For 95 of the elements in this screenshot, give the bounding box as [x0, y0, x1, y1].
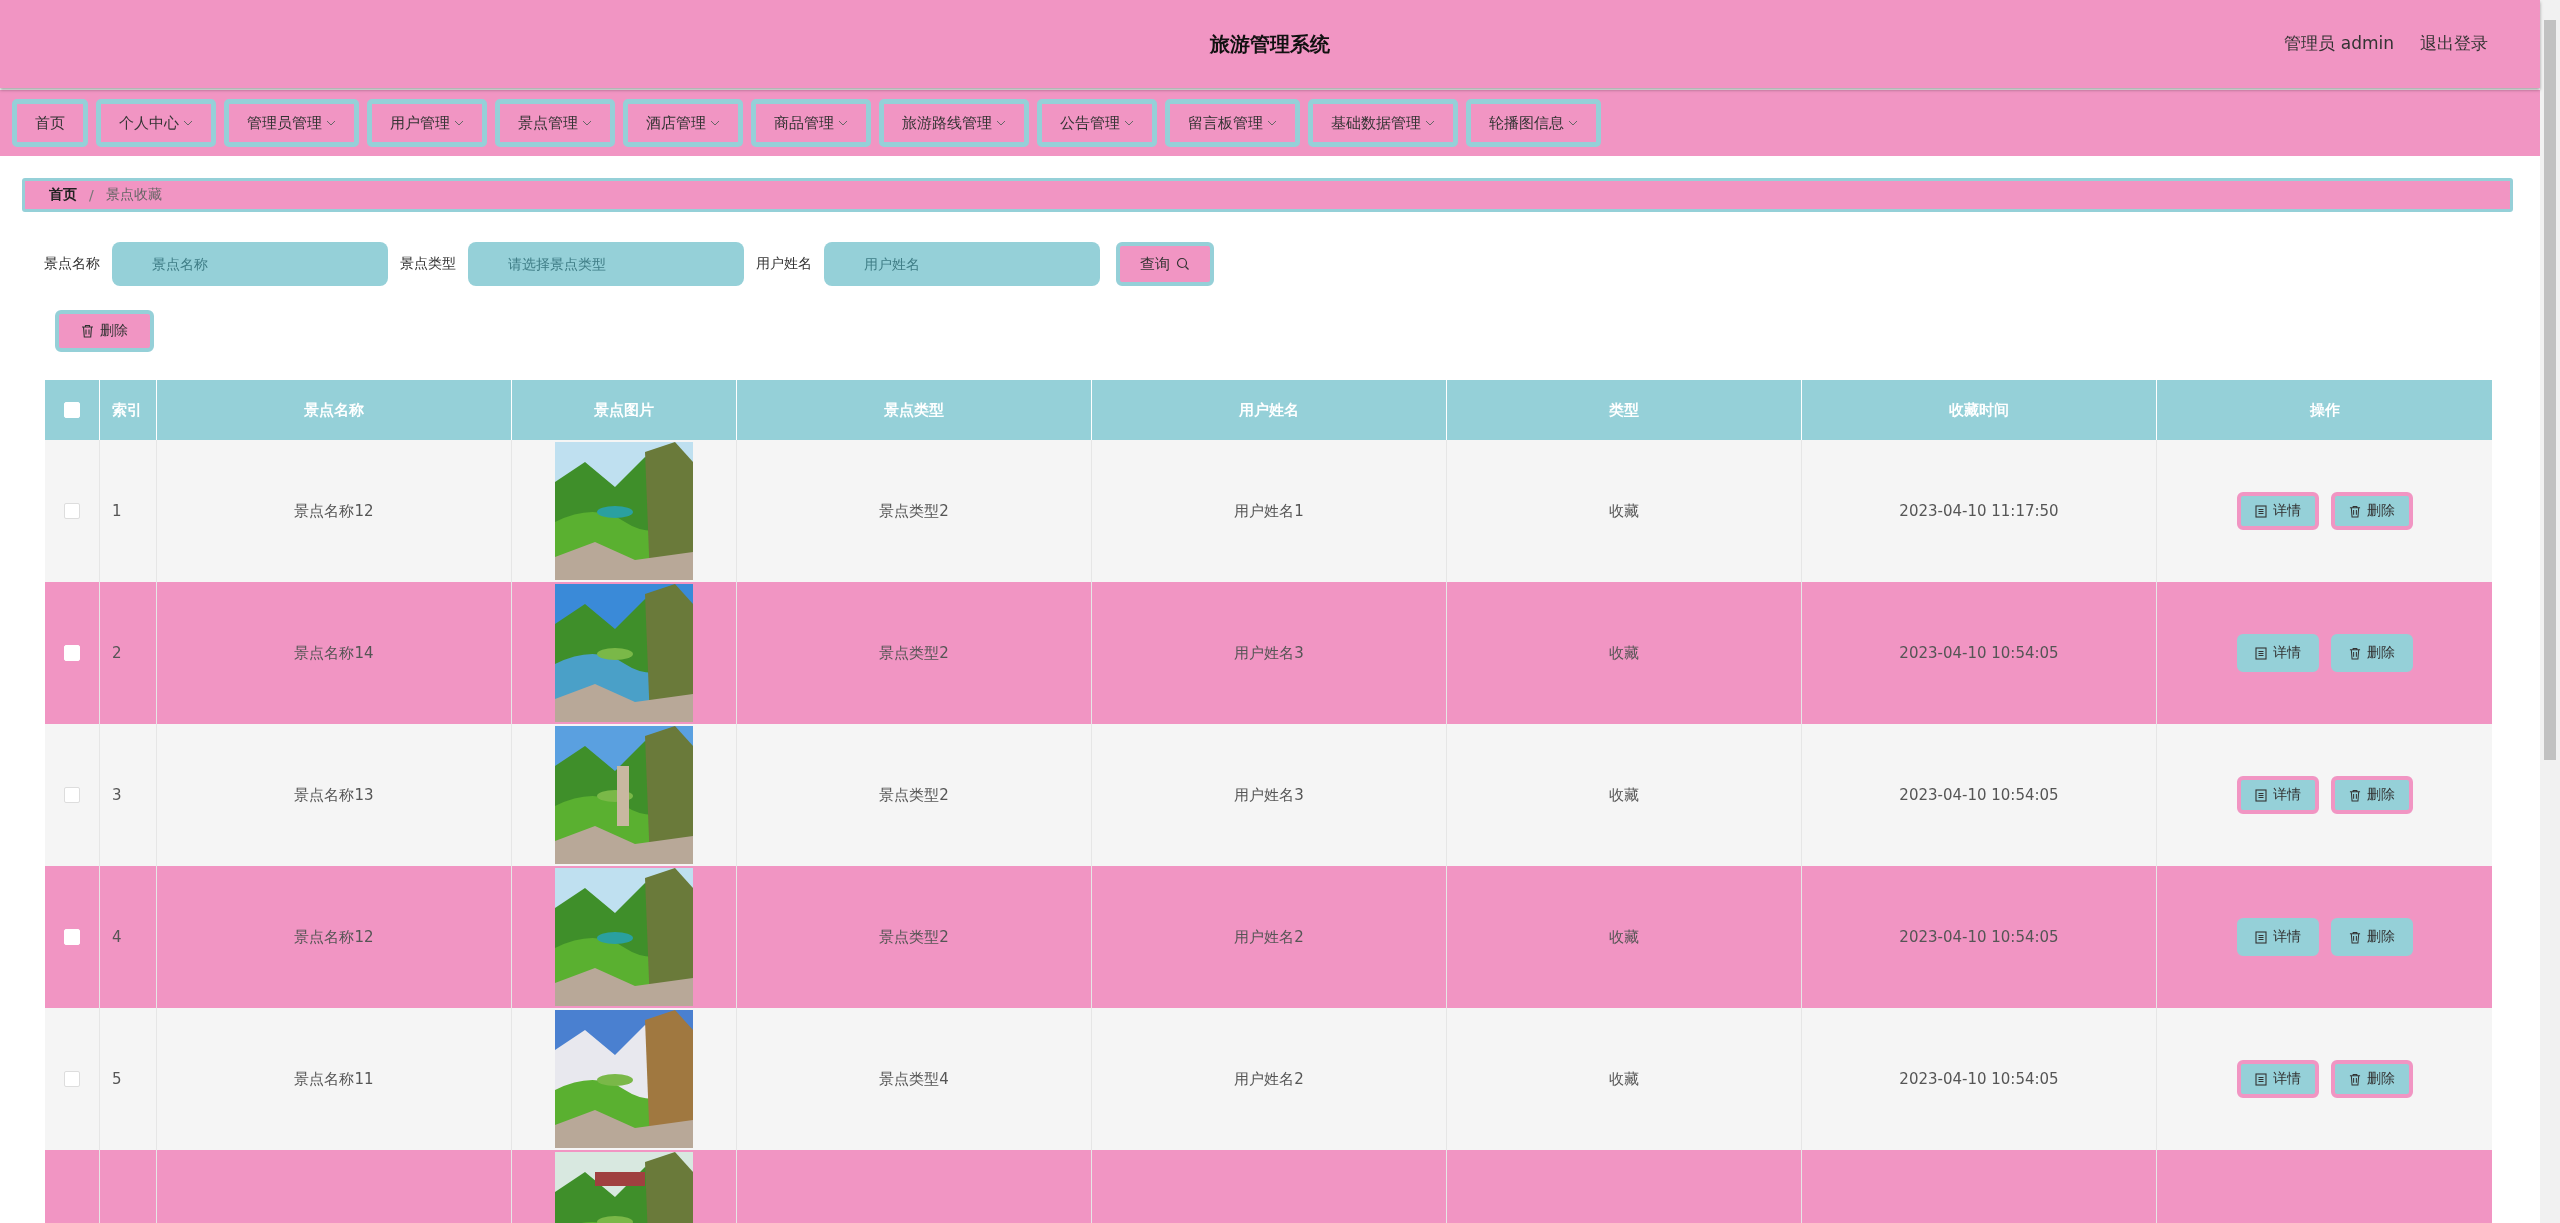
table-cell: 4 — [112, 928, 122, 946]
table-cell: 用户姓名3 — [1234, 785, 1304, 805]
document-icon — [2254, 504, 2267, 518]
table-cell: 2 — [112, 644, 122, 662]
field-label: 用户姓名 — [756, 255, 812, 273]
table-cell: 2023-04-10 10:54:05 — [1899, 1070, 2059, 1088]
delete-button[interactable]: 删除 — [2330, 634, 2413, 672]
chevron-down-icon — [710, 120, 720, 126]
document-icon — [2254, 1072, 2267, 1086]
delete-button[interactable]: 删除 — [2330, 492, 2413, 530]
details-button[interactable]: 详情 — [2236, 634, 2319, 672]
table-cell: 5 — [112, 1070, 122, 1088]
table-cell: 收藏 — [1609, 927, 1639, 947]
table-cell: 收藏 — [1609, 1069, 1639, 1089]
delete-button[interactable]: 删除 — [2330, 918, 2413, 956]
table-cell: 景点名称13 — [294, 785, 374, 805]
table-cell: 2023-04-10 10:54:05 — [1899, 644, 2059, 662]
table-cell: 2023-04-10 10:54:05 — [1899, 928, 2059, 946]
nav-menu-item[interactable]: 轮播图信息 — [1466, 99, 1601, 147]
details-button[interactable]: 详情 — [2236, 776, 2319, 814]
table-cell: 景点名称14 — [294, 643, 374, 663]
table-cell: 用户姓名1 — [1234, 501, 1304, 521]
table-cell: 用户姓名2 — [1234, 927, 1304, 947]
field-label: 景点名称 — [44, 255, 100, 273]
search-field[interactable]: 景点名称 — [112, 242, 388, 286]
table-cell: 用户姓名2 — [1234, 1069, 1304, 1089]
row-checkbox[interactable] — [64, 503, 80, 519]
chevron-down-icon — [838, 120, 848, 126]
table-cell: 景点类型2 — [879, 785, 949, 805]
table-cell: 2023-04-10 10:54:05 — [1899, 786, 2059, 804]
nav-menu-item[interactable]: 用户管理 — [367, 99, 487, 147]
nav-menu-item[interactable]: 商品管理 — [751, 99, 871, 147]
document-icon — [2254, 646, 2267, 660]
logout-link[interactable]: 退出登录 — [2420, 32, 2488, 55]
table-cell: 景点名称12 — [294, 501, 374, 521]
row-checkbox[interactable] — [64, 1071, 80, 1087]
nav-menu-item[interactable]: 管理员管理 — [224, 99, 359, 147]
table-cell: 景点名称12 — [294, 927, 374, 947]
select-all-checkbox[interactable] — [64, 402, 80, 418]
nav-menu-item[interactable]: 个人中心 — [96, 99, 216, 147]
scrollbar-thumb[interactable] — [2544, 20, 2556, 760]
nav-menu-item[interactable]: 酒店管理 — [623, 99, 743, 147]
table-cell: 2023-04-10 11:17:50 — [1899, 502, 2059, 520]
table-cell: 3 — [112, 786, 122, 804]
row-checkbox[interactable] — [64, 787, 80, 803]
details-button[interactable]: 详情 — [2236, 1060, 2319, 1098]
breadcrumb-item[interactable]: 首页 — [49, 186, 77, 204]
breadcrumb-separator: / — [89, 187, 94, 203]
nav-menu-item[interactable]: 公告管理 — [1037, 99, 1157, 147]
trash-icon — [81, 324, 94, 338]
search-field[interactable]: 请选择景点类型 — [468, 242, 744, 286]
table-cell: 用户姓名3 — [1234, 643, 1304, 663]
chevron-down-icon — [1568, 120, 1578, 126]
column-header: 操作 — [2308, 399, 2341, 421]
breadcrumb-item: 景点收藏 — [105, 186, 162, 204]
table-cell: 景点类型2 — [879, 927, 949, 947]
document-icon — [2254, 930, 2267, 944]
details-button[interactable]: 详情 — [2236, 918, 2319, 956]
trash-icon — [2348, 1072, 2361, 1086]
delete-button[interactable]: 删除 — [55, 310, 154, 352]
table-cell: 1 — [112, 502, 122, 520]
document-icon — [2254, 788, 2267, 802]
trash-icon — [2348, 504, 2361, 518]
table-cell: 收藏 — [1609, 643, 1639, 663]
chevron-down-icon — [582, 120, 592, 126]
trash-icon — [2348, 930, 2361, 944]
chevron-down-icon — [326, 120, 336, 126]
search-button[interactable]: 查询 — [1116, 242, 1214, 286]
table-cell: 景点名称11 — [294, 1069, 374, 1089]
chevron-down-icon — [1267, 120, 1277, 126]
table-cell: 景点类型2 — [879, 643, 949, 663]
delete-button[interactable]: 删除 — [2330, 1060, 2413, 1098]
nav-menu-item[interactable]: 旅游路线管理 — [879, 99, 1029, 147]
chevron-down-icon — [454, 120, 464, 126]
search-field[interactable]: 用户姓名 — [824, 242, 1100, 286]
details-button[interactable]: 详情 — [2236, 492, 2319, 530]
nav-menu-item[interactable]: 留言板管理 — [1165, 99, 1300, 147]
table-cell: 景点类型4 — [879, 1069, 949, 1089]
search-icon — [1176, 257, 1190, 271]
table-cell: 景点类型2 — [879, 501, 949, 521]
nav-menu-item[interactable]: 景点管理 — [495, 99, 615, 147]
chevron-down-icon — [1124, 120, 1134, 126]
trash-icon — [2348, 646, 2361, 660]
trash-icon — [2348, 788, 2361, 802]
table-cell: 收藏 — [1609, 785, 1639, 805]
chevron-down-icon — [183, 120, 193, 126]
table-cell: 收藏 — [1609, 501, 1639, 521]
nav-menu-item[interactable]: 基础数据管理 — [1308, 99, 1458, 147]
field-label: 景点类型 — [400, 255, 456, 273]
chevron-down-icon — [1425, 120, 1435, 126]
chevron-down-icon — [996, 120, 1006, 126]
user-label: 管理员 admin — [2284, 32, 2394, 55]
nav-menu-item[interactable]: 首页 — [12, 99, 88, 147]
app-title: 旅游管理系统 — [1210, 30, 1330, 58]
delete-button[interactable]: 删除 — [2330, 776, 2413, 814]
